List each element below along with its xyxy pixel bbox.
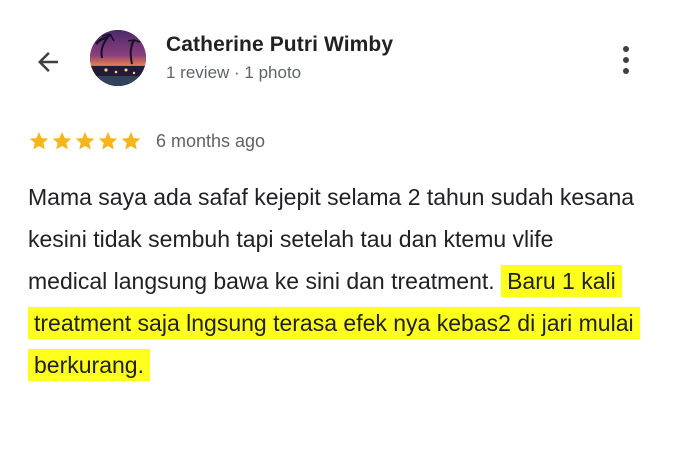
- more-vert-icon-dot: [623, 68, 629, 74]
- star-icon: [121, 132, 141, 150]
- back-button[interactable]: [28, 42, 68, 82]
- star-icon: [29, 132, 49, 150]
- review-text: Mama saya ada safaf kejepit selama 2 tah…: [28, 176, 640, 386]
- star-icon: [75, 132, 95, 150]
- more-options-button[interactable]: [610, 40, 642, 80]
- review-header: Catherine Putri Wimby 1 review · 1 photo: [0, 0, 675, 110]
- review-time: 6 months ago: [156, 130, 266, 151]
- star-rating: [28, 130, 142, 152]
- arrow-back-icon: [38, 52, 58, 72]
- star-icon: [52, 132, 72, 150]
- avatar[interactable]: [90, 30, 146, 86]
- star-icon: [98, 132, 118, 150]
- rating-row: 6 months ago: [28, 128, 265, 154]
- author-name[interactable]: Catherine Putri Wimby: [166, 33, 393, 57]
- more-vert-icon-dot: [623, 57, 629, 63]
- more-vert-icon-dot: [623, 46, 629, 52]
- author-meta: 1 review · 1 photo: [166, 63, 302, 82]
- profile-photo-sunset-icon: [90, 30, 146, 86]
